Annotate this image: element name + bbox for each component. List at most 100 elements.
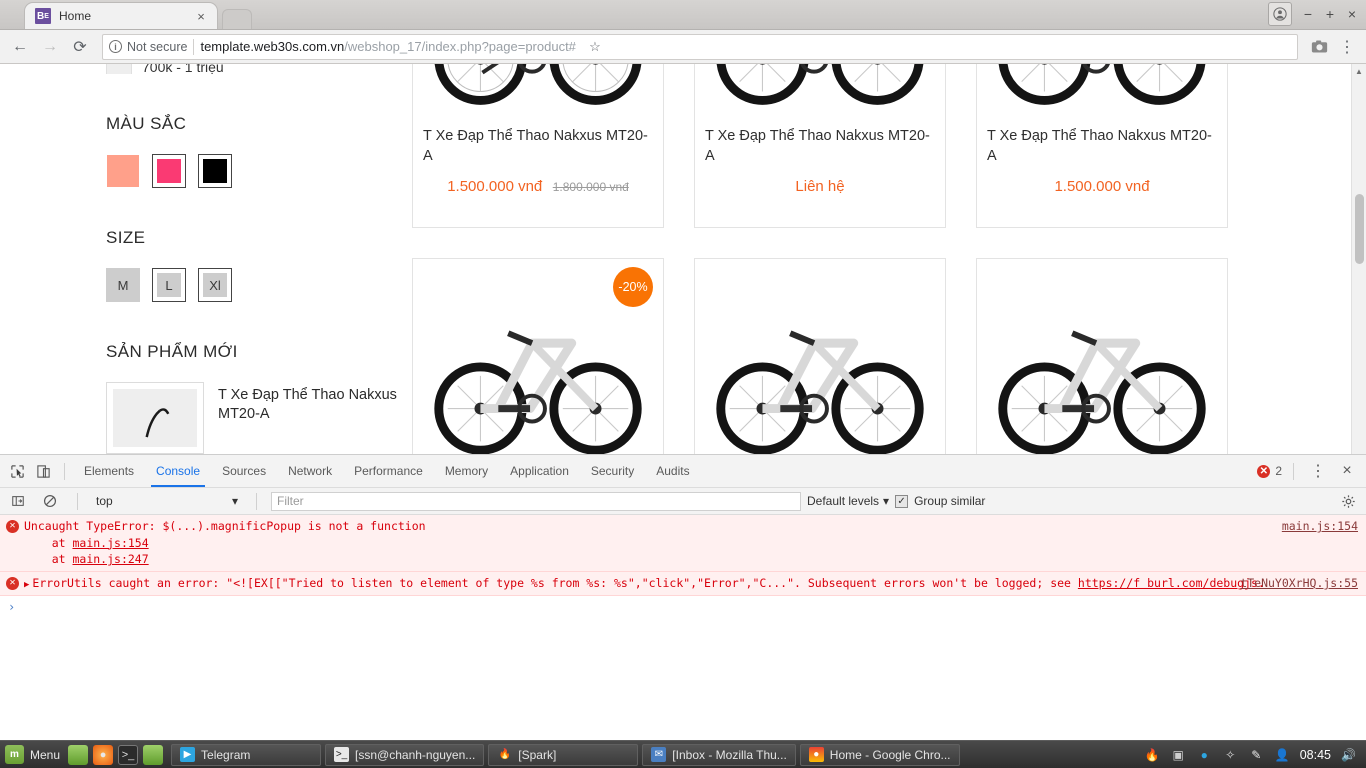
security-indicator[interactable]: i Not secure (109, 40, 187, 54)
product-price: 1.500.000 vnđ (447, 178, 543, 196)
back-button[interactable]: ← (6, 33, 34, 61)
group-similar-option[interactable]: ✓ Group similar (895, 494, 985, 508)
taskbar-window-terminal[interactable]: >_ [ssn@chanh-nguyen... (325, 743, 485, 766)
console-message-text: ▶ ErrorUtils caught an error: "<![EX[["Tr… (24, 575, 1358, 592)
toggle-device-toolbar-icon[interactable] (30, 458, 56, 484)
product-image[interactable] (977, 259, 1227, 454)
color-section-title: MÀU SẮC (106, 114, 187, 133)
tab-sources[interactable]: Sources (211, 455, 277, 487)
new-tab-button[interactable] (222, 9, 252, 29)
url-path: /webshop_17/index.php?page=product# (344, 39, 576, 54)
clear-console-icon[interactable] (37, 488, 63, 514)
console-message-source[interactable]: main.js:154 (1282, 518, 1358, 535)
console-message-source[interactable]: tTeNuY0XrHQ.js:55 (1240, 575, 1358, 592)
quick-launch-bar: ● >_ (68, 744, 171, 765)
product-title[interactable]: T Xe Đạp Thể Thao Nakxus MT20-A (423, 127, 653, 166)
tab-network[interactable]: Network (277, 455, 343, 487)
taskbar-window-telegram[interactable]: ▶ Telegram (171, 743, 322, 766)
show-desktop-icon[interactable] (68, 744, 89, 765)
product-old-price: 1.800.000 vnđ (552, 180, 629, 195)
product-image[interactable] (977, 64, 1227, 127)
tab-audits[interactable]: Audits (645, 455, 700, 487)
console-filter-input[interactable] (271, 491, 801, 511)
tab-application[interactable]: Application (499, 455, 580, 487)
start-menu-button[interactable]: m Menu (0, 741, 68, 768)
color-swatch-black[interactable] (198, 154, 232, 188)
color-swatch-peach[interactable] (106, 154, 140, 188)
console-sidebar-toggle-icon[interactable] (5, 488, 31, 514)
user-tray-icon[interactable]: 👤 (1274, 746, 1291, 763)
new-product-item[interactable]: T Xe Đạp Thể Thao Nakxus MT20-A (106, 382, 406, 454)
camera-extension-icon[interactable] (1306, 34, 1332, 60)
product-image[interactable] (695, 259, 945, 454)
avatar-icon (1273, 7, 1287, 21)
window-close-button[interactable]: × (1342, 3, 1362, 25)
address-bar[interactable]: i Not secure template.web30s.com.vn/webs… (102, 33, 1298, 60)
stack-link[interactable]: main.js:154 (72, 536, 148, 550)
pen-tray-icon[interactable]: ✎ (1248, 746, 1265, 763)
files-icon[interactable] (143, 744, 164, 765)
console-settings-icon[interactable] (1335, 488, 1361, 514)
console-error-message[interactable]: ✕ ▶ ErrorUtils caught an error: "<![EX[["… (0, 572, 1366, 597)
reload-button[interactable]: ⟳ (66, 33, 94, 61)
product-card[interactable]: T Xe Đạp Thể Thao Nakxus MT20-A 1.500.00… (412, 64, 664, 228)
profile-avatar-button[interactable] (1268, 2, 1292, 26)
product-card[interactable] (976, 258, 1228, 454)
size-option-l[interactable]: L (152, 268, 186, 302)
execution-context-select[interactable]: top ▾ (92, 492, 242, 511)
taskbar-window-spark[interactable]: 🔥 [Spark] (488, 743, 639, 766)
inspect-element-icon[interactable] (4, 458, 30, 484)
taskbar-window-chrome[interactable]: ● Home - Google Chro... (799, 743, 960, 766)
firefox-icon[interactable]: ● (93, 744, 114, 765)
archive-tray-icon[interactable]: ▣ (1170, 746, 1187, 763)
clock[interactable]: 08:45 (1300, 748, 1331, 762)
spark-tray-icon[interactable]: 🔥 (1144, 746, 1161, 763)
tab-memory[interactable]: Memory (434, 455, 499, 487)
console-error-message[interactable]: ✕ Uncaught TypeError: $(...).magnificPop… (0, 515, 1366, 573)
stack-link[interactable]: main.js:247 (72, 552, 148, 566)
tab-close-button[interactable]: × (193, 9, 209, 24)
tab-console[interactable]: Console (145, 455, 211, 487)
filter-sidebar: 700k - 1 triệu MÀU SẮC SIZE M L Xl SẢN P… (106, 64, 406, 454)
terminal-icon[interactable]: >_ (118, 744, 139, 765)
devtools-close-icon[interactable]: × (1334, 458, 1360, 484)
price-filter-row-clipped[interactable]: 700k - 1 triệu (106, 64, 406, 74)
forward-button[interactable]: → (36, 33, 64, 61)
console-prompt[interactable]: › (0, 596, 1366, 618)
tab-security[interactable]: Security (580, 455, 645, 487)
tab-elements[interactable]: Elements (73, 455, 145, 487)
telegram-tray-icon[interactable]: ● (1196, 746, 1213, 763)
log-levels-select[interactable]: Default levels ▾ (807, 494, 889, 508)
update-tray-icon[interactable]: ✧ (1222, 746, 1239, 763)
color-swatch-row (106, 154, 406, 188)
page-scrollbar[interactable]: ▲ (1351, 64, 1366, 454)
color-swatch-pink[interactable] (152, 154, 186, 188)
minimize-button[interactable]: − (1298, 3, 1318, 25)
devtools-tabbar: Elements Console Sources Network Perform… (0, 455, 1366, 488)
size-option-xl[interactable]: Xl (198, 268, 232, 302)
product-image[interactable] (695, 64, 945, 127)
volume-icon[interactable]: 🔊 (1340, 746, 1357, 763)
devtools-more-icon[interactable]: ⋮ (1305, 458, 1331, 484)
product-image[interactable] (413, 64, 663, 127)
toolbar-divider (64, 462, 65, 480)
product-title[interactable]: T Xe Đạp Thể Thao Nakxus MT20-A (987, 127, 1217, 166)
browser-tab[interactable]: BE Home × (24, 2, 218, 29)
error-count-badge[interactable]: ✕ 2 (1257, 464, 1282, 478)
product-title[interactable]: T Xe Đạp Thể Thao Nakxus MT20-A (705, 127, 935, 166)
bookmark-star-icon[interactable]: ☆ (582, 34, 608, 60)
scrollbar-thumb[interactable] (1355, 194, 1364, 264)
product-card[interactable]: T Xe Đạp Thể Thao Nakxus MT20-A Liên hệ (694, 64, 946, 228)
expand-arrow-icon[interactable]: ▶ (24, 579, 29, 592)
taskbar-window-thunderbird[interactable]: ✉ [Inbox - Mozilla Thu... (642, 743, 796, 766)
product-card[interactable]: T Xe Đạp Thể Thao Nakxus MT20-A 1.500.00… (976, 64, 1228, 228)
maximize-button[interactable]: + (1320, 3, 1340, 25)
scroll-up-arrow[interactable]: ▲ (1352, 64, 1366, 79)
size-option-m[interactable]: M (106, 268, 140, 302)
tab-performance[interactable]: Performance (343, 455, 434, 487)
product-card[interactable]: -20% (412, 258, 664, 454)
debug-link[interactable]: https://f burl.com/debugjs (1078, 576, 1258, 590)
chrome-menu-icon[interactable]: ⋮ (1334, 34, 1360, 60)
product-card[interactable] (694, 258, 946, 454)
group-similar-checkbox[interactable]: ✓ (895, 494, 909, 508)
